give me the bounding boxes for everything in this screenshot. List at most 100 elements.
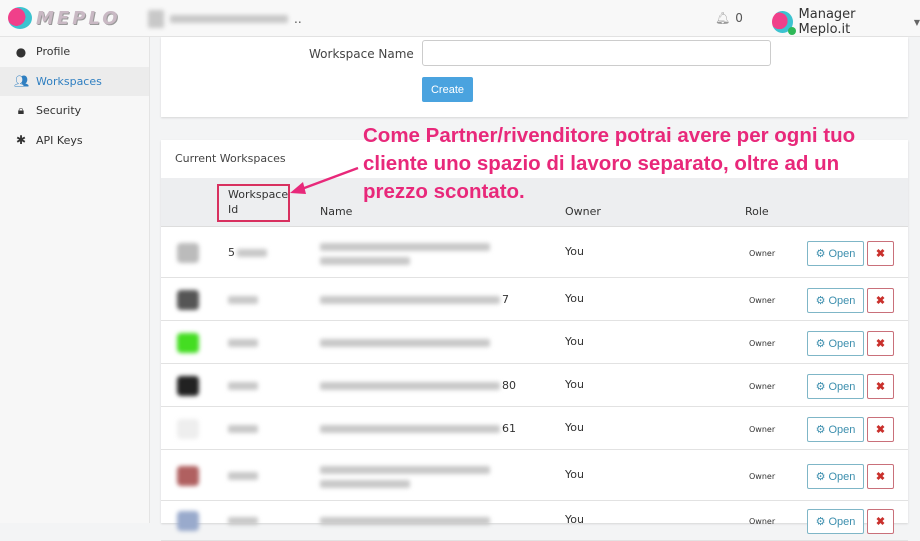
workspace-role: Owner bbox=[749, 295, 776, 305]
sidebar-item-profile[interactable]: ● Profile bbox=[0, 37, 149, 67]
bell-icon: 🔔︎ bbox=[715, 11, 731, 25]
sidebar: ● Profile 👥︎ Workspaces 🔒︎ Security ✱ API Ke… bbox=[0, 37, 150, 523]
open-label: Open bbox=[828, 470, 856, 483]
workspace-name-tail: 7 bbox=[502, 292, 509, 306]
open-label: Open bbox=[828, 294, 856, 307]
close-icon: ✖ bbox=[875, 423, 886, 436]
workspace-role: Owner bbox=[749, 471, 776, 481]
workspace-role: Owner bbox=[749, 381, 776, 391]
close-icon: ✖ bbox=[875, 380, 886, 393]
lock-icon: 🔒︎ bbox=[17, 103, 25, 118]
sidebar-item-label: Workspaces bbox=[36, 74, 102, 88]
workspace-owner: You bbox=[565, 334, 584, 348]
table-row: You Owner ⚙ Open ✖ bbox=[161, 321, 908, 364]
workspace-owner: You bbox=[565, 513, 584, 526]
delete-workspace-button[interactable]: ✖ bbox=[867, 330, 894, 356]
open-workspace-button[interactable]: ⚙ Open bbox=[807, 509, 864, 534]
open-workspace-button[interactable]: ⚙ Open bbox=[807, 373, 864, 399]
table-row: 80 You Owner ⚙ Open ✖ bbox=[161, 364, 908, 407]
table-row: You Owner ⚙ Open ✖ bbox=[161, 501, 908, 541]
logo-text: MEPLO bbox=[36, 7, 121, 29]
workspace-role: Owner bbox=[749, 517, 776, 526]
logo[interactable]: MEPLO bbox=[8, 7, 121, 29]
delete-workspace-button[interactable]: ✖ bbox=[867, 287, 894, 313]
workspace-name-input[interactable] bbox=[422, 40, 771, 66]
workspace-role: Owner bbox=[749, 338, 776, 348]
sidebar-item-label: API Keys bbox=[36, 133, 83, 147]
sidebar-item-security[interactable]: 🔒︎ Security bbox=[0, 96, 149, 126]
col-role: Role bbox=[745, 205, 769, 218]
workspace-owner: You bbox=[565, 244, 584, 258]
gear-icon: ⚙ bbox=[815, 247, 826, 260]
logo-icon bbox=[8, 7, 32, 29]
open-label: Open bbox=[828, 380, 856, 393]
gear-icon: ⚙ bbox=[815, 423, 826, 436]
workspace-owner: You bbox=[565, 377, 584, 391]
delete-workspace-button[interactable]: ✖ bbox=[867, 463, 894, 489]
workspace-role: Owner bbox=[749, 248, 776, 258]
notification-count: 0 bbox=[735, 11, 743, 25]
workspace-role: Owner bbox=[749, 424, 776, 434]
workspace-avatar bbox=[177, 289, 199, 310]
workspace-name-label: Workspace Name bbox=[309, 47, 414, 61]
delete-workspace-button[interactable]: ✖ bbox=[867, 509, 894, 534]
col-name: Name bbox=[320, 205, 353, 218]
workspace-avatar bbox=[177, 375, 199, 396]
delete-workspace-button[interactable]: ✖ bbox=[867, 373, 894, 399]
workspace-avatar bbox=[177, 465, 199, 486]
sidebar-item-api-keys[interactable]: ✱ API Keys bbox=[0, 126, 149, 156]
gear-icon: ⚙ bbox=[815, 337, 826, 350]
user-menu[interactable]: Manager Meplo.it ▼ bbox=[772, 7, 920, 37]
user-name: Manager Meplo.it bbox=[798, 7, 856, 37]
sidebar-item-workspaces[interactable]: 👥︎ Workspaces bbox=[0, 66, 149, 96]
workspace-owner: You bbox=[565, 420, 584, 434]
workspace-name-tail: 61 bbox=[502, 421, 516, 435]
workspace-owner: You bbox=[565, 291, 584, 305]
gear-icon: ⚙ bbox=[815, 380, 826, 393]
open-workspace-button[interactable]: ⚙ Open bbox=[807, 416, 864, 442]
workspace-name-tail: 80 bbox=[502, 378, 516, 392]
workspace-owner: You bbox=[565, 467, 584, 481]
close-icon: ✖ bbox=[875, 337, 886, 350]
open-label: Open bbox=[828, 423, 856, 436]
highlight-box bbox=[217, 184, 290, 222]
gear-icon: ⚙ bbox=[815, 470, 826, 483]
open-workspace-button[interactable]: ⚙ Open bbox=[807, 240, 864, 266]
open-label: Open bbox=[828, 516, 856, 528]
gear-icon: ⚙ bbox=[815, 516, 826, 528]
breadcrumb[interactable]: .. bbox=[148, 10, 302, 28]
workspace-id: 5 bbox=[228, 245, 235, 259]
close-icon: ✖ bbox=[875, 294, 886, 307]
table-row: You Owner ⚙ Open ✖ bbox=[161, 450, 908, 501]
delete-workspace-button[interactable]: ✖ bbox=[867, 416, 894, 442]
open-label: Open bbox=[828, 337, 856, 350]
open-workspace-button[interactable]: ⚙ Open bbox=[807, 463, 864, 489]
create-button[interactable]: Create bbox=[422, 77, 473, 102]
workspace-avatar bbox=[177, 332, 199, 353]
table-row: 5 You Owner ⚙ Open ✖ bbox=[161, 227, 908, 278]
open-label: Open bbox=[828, 247, 856, 260]
open-workspace-button[interactable]: ⚙ Open bbox=[807, 330, 864, 356]
caret-down-icon: ▼ bbox=[913, 17, 920, 27]
delete-workspace-button[interactable]: ✖ bbox=[867, 240, 894, 266]
close-icon: ✖ bbox=[875, 470, 886, 483]
col-owner: Owner bbox=[565, 205, 601, 218]
top-bar: MEPLO .. 🔔︎ 0 Manager Meplo.it ▼ bbox=[0, 0, 920, 37]
sidebar-item-label: Security bbox=[36, 104, 82, 118]
create-workspace-card: Workspace Name Create bbox=[161, 37, 908, 117]
arrow-icon bbox=[290, 166, 359, 194]
notifications-button[interactable]: 🔔︎ 0 bbox=[715, 11, 743, 25]
workspace-avatar bbox=[177, 511, 199, 531]
avatar bbox=[772, 11, 796, 35]
table-row: 7 You Owner ⚙ Open ✖ bbox=[161, 278, 908, 321]
gear-icon: ⚙ bbox=[815, 294, 826, 307]
workspace-avatar bbox=[177, 242, 199, 263]
open-workspace-button[interactable]: ⚙ Open bbox=[807, 287, 864, 313]
close-icon: ✖ bbox=[875, 247, 886, 260]
sidebar-item-label: Profile bbox=[36, 45, 71, 59]
annotation-text: Come Partner/rivenditore potrai avere pe… bbox=[363, 124, 856, 203]
table-row: 61 You Owner ⚙ Open ✖ bbox=[161, 407, 908, 450]
section-title: Current Workspaces bbox=[175, 152, 286, 165]
workspace-avatar bbox=[177, 418, 199, 439]
user-circle-icon: ● bbox=[15, 44, 27, 59]
